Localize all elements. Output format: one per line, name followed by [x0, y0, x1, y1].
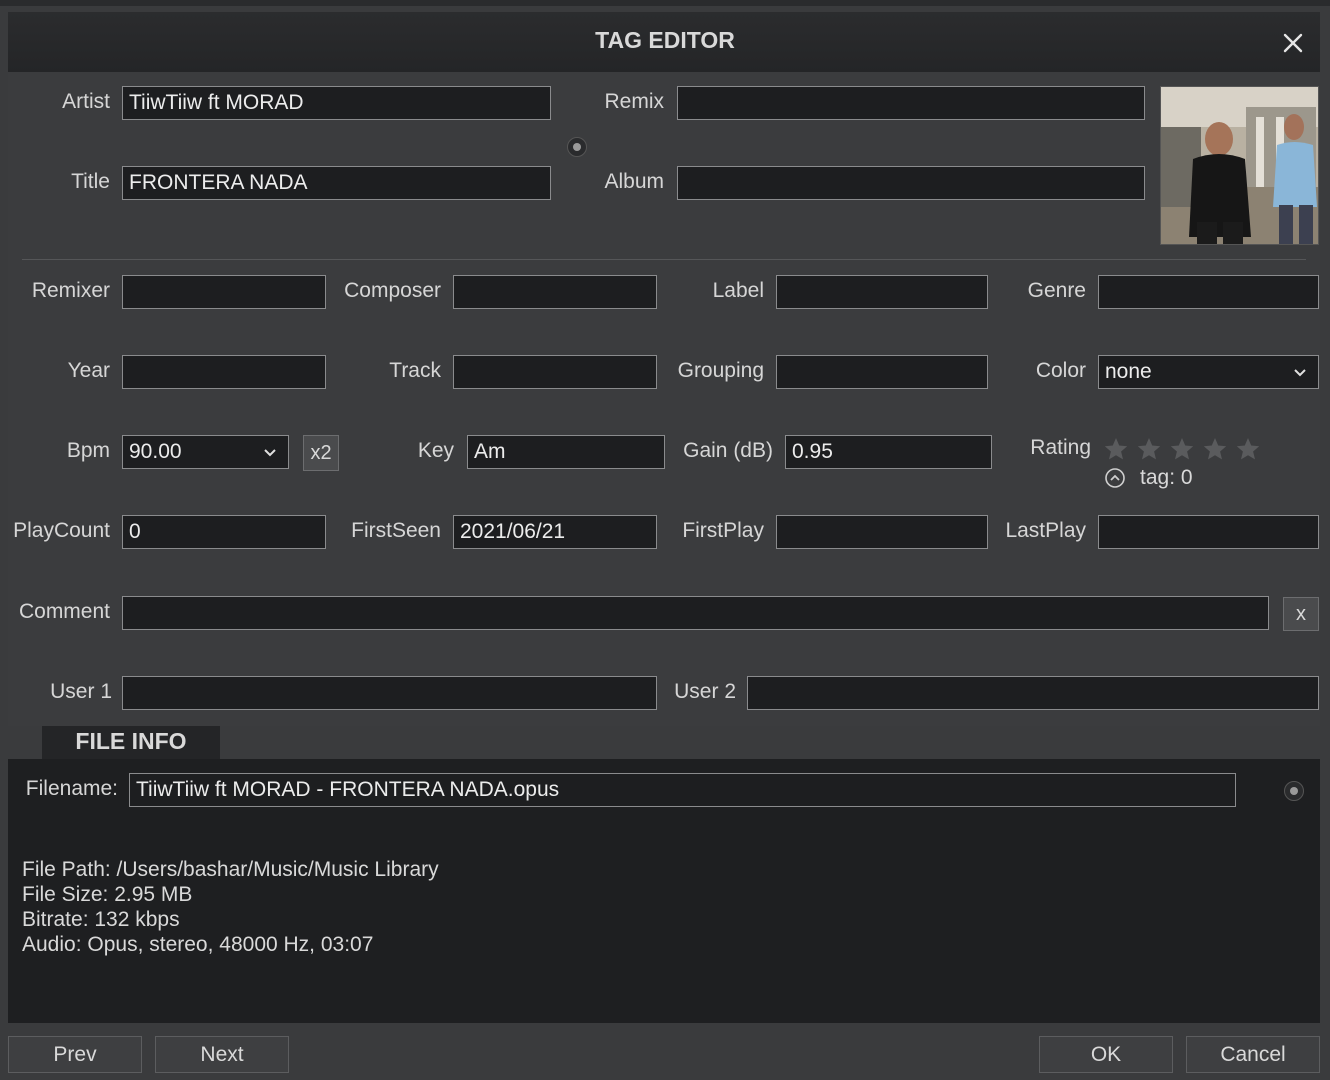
- color-select[interactable]: none: [1098, 355, 1319, 389]
- file-size-text: File Size: 2.95 MB: [22, 883, 193, 906]
- prev-button[interactable]: Prev: [8, 1036, 142, 1073]
- key-label: Key: [417, 439, 454, 462]
- gain-input[interactable]: 0.95: [785, 435, 992, 469]
- radio-dot-icon: [573, 143, 581, 151]
- lastplay-label: LastPlay: [1005, 519, 1086, 542]
- clear-comment-button[interactable]: x: [1283, 597, 1319, 631]
- artist-label: Artist: [62, 90, 110, 113]
- user2-input[interactable]: [747, 676, 1319, 710]
- label-input[interactable]: [776, 275, 988, 309]
- remixer-label: Remixer: [31, 279, 110, 302]
- bpm-double-button[interactable]: x2: [303, 435, 339, 471]
- swap-artist-title-button[interactable]: [567, 137, 587, 157]
- ok-button[interactable]: OK: [1039, 1036, 1173, 1073]
- playcount-input[interactable]: 0: [122, 515, 326, 549]
- radio-dot-icon: [1290, 787, 1298, 795]
- window-top-edge: [0, 0, 1330, 6]
- track-input[interactable]: [453, 355, 657, 389]
- grouping-input[interactable]: [776, 355, 988, 389]
- color-label: Color: [1035, 359, 1086, 382]
- rating-tag-toggle[interactable]: [1104, 467, 1126, 489]
- rename-file-button[interactable]: [1284, 781, 1304, 801]
- star-icon: [1104, 438, 1260, 460]
- close-button[interactable]: [1276, 26, 1310, 60]
- track-label: Track: [389, 359, 441, 382]
- filename-input[interactable]: TiiwTiiw ft MORAD - FRONTERA NADA.opus: [129, 773, 1236, 807]
- user2-label: User 2: [674, 680, 736, 703]
- rating-stars[interactable]: [1102, 435, 1272, 465]
- remix-input[interactable]: [677, 86, 1145, 120]
- genre-input[interactable]: [1098, 275, 1319, 309]
- user1-label: User 1: [50, 680, 112, 703]
- remix-label: Remix: [604, 90, 664, 113]
- genre-label: Genre: [1027, 279, 1086, 302]
- album-label: Album: [604, 170, 664, 193]
- bpm-select[interactable]: 90.00: [122, 435, 289, 469]
- firstseen-label: FirstSeen: [351, 519, 441, 542]
- title-input[interactable]: FRONTERA NADA: [122, 166, 551, 200]
- firstplay-input[interactable]: [776, 515, 988, 549]
- bpm-value: 90.00: [129, 440, 182, 463]
- rating-tag-text: tag: 0: [1140, 466, 1193, 489]
- title-label: Title: [71, 170, 110, 193]
- comment-input[interactable]: [122, 596, 1269, 630]
- cover-art[interactable]: [1160, 86, 1319, 245]
- gain-label: Gain (dB): [683, 439, 773, 462]
- color-select-value: none: [1105, 360, 1152, 383]
- comment-label: Comment: [18, 600, 110, 623]
- chevron-down-icon: [264, 449, 276, 457]
- album-input[interactable]: [677, 166, 1145, 200]
- playcount-label: PlayCount: [13, 519, 110, 542]
- next-button[interactable]: Next: [155, 1036, 289, 1073]
- firstseen-input[interactable]: 2021/06/21: [453, 515, 657, 549]
- user1-input[interactable]: [122, 676, 657, 710]
- filename-label: Filename:: [25, 777, 118, 800]
- section-divider: [22, 259, 1306, 260]
- bpm-label: Bpm: [66, 439, 110, 462]
- dialog-title: TAG EDITOR: [595, 27, 735, 53]
- cancel-button[interactable]: Cancel: [1186, 1036, 1320, 1073]
- audio-text: Audio: Opus, stereo, 48000 Hz, 03:07: [22, 933, 374, 956]
- chevron-down-icon: [1294, 369, 1306, 377]
- composer-label: Composer: [344, 279, 441, 302]
- composer-input[interactable]: [453, 275, 657, 309]
- lastplay-input[interactable]: [1098, 515, 1319, 549]
- firstplay-label: FirstPlay: [682, 519, 764, 542]
- bitrate-text: Bitrate: 132 kbps: [22, 908, 180, 931]
- cover-art-image: [1161, 87, 1318, 244]
- chevron-up-circle-icon: [1105, 468, 1125, 488]
- rating-label: Rating: [1030, 436, 1091, 459]
- label-label: Label: [712, 279, 764, 302]
- artist-input[interactable]: TiiwTiiw ft MORAD: [122, 86, 551, 120]
- key-input[interactable]: Am: [467, 435, 665, 469]
- year-label: Year: [67, 359, 110, 382]
- file-path-text: File Path: /Users/bashar/Music/Music Lib…: [22, 858, 439, 881]
- year-input[interactable]: [122, 355, 326, 389]
- remixer-input[interactable]: [122, 275, 326, 309]
- grouping-label: Grouping: [677, 359, 764, 382]
- close-icon: [1283, 33, 1303, 53]
- file-info-tab[interactable]: FILE INFO: [42, 726, 220, 760]
